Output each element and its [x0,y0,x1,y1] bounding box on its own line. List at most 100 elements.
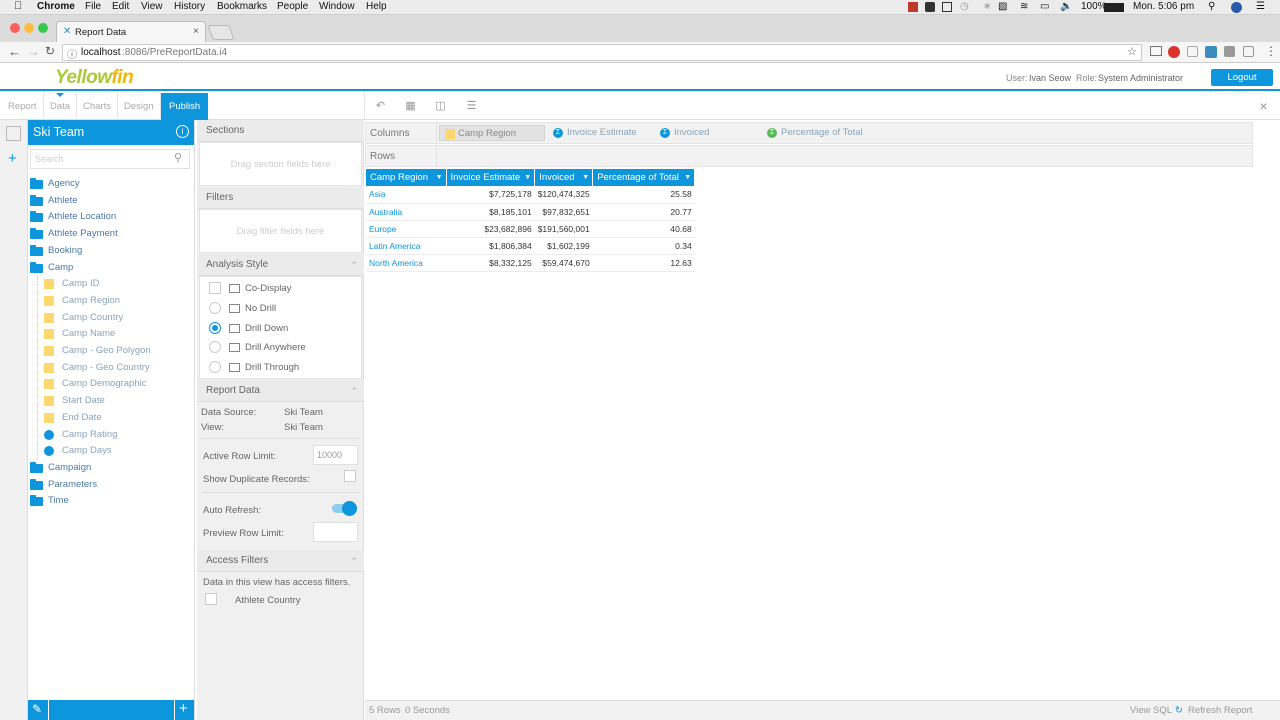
auto-refresh-toggle[interactable] [332,501,357,516]
refresh-icon[interactable]: ↻ [1175,701,1183,720]
status-app-icon[interactable]: ▧ [998,1,1007,12]
filters-header[interactable]: Filters [197,187,364,209]
columns-bar[interactable]: Columns Camp Region Σ Invoice Estimate Σ Inv… [365,122,1253,144]
status-app-icon[interactable] [942,2,952,12]
tab-publish[interactable]: Publish [161,93,209,120]
clock[interactable]: Mon. 5:06 pm [1133,1,1194,12]
column-field-chip[interactable]: Σ Percentage of Total [763,125,863,141]
rows-bar[interactable]: Rows [365,145,1253,167]
report-data-header[interactable]: Report Data ⌃ [197,380,364,402]
browser-menu-icon[interactable]: ⋮ [1265,44,1277,58]
column-menu-icon[interactable]: ▼ [582,174,589,181]
back-icon[interactable]: ← [8,44,21,59]
region-drill-link[interactable]: Europe [366,220,446,238]
time-machine-icon[interactable]: ◷ [960,1,969,12]
tab-report[interactable]: Report [2,93,44,120]
menu-edit[interactable]: Edit [112,1,129,12]
active-row-limit-input[interactable]: 10000 [313,445,358,465]
status-app-icon[interactable] [925,2,935,12]
menu-file[interactable]: File [85,1,101,12]
analysis-style-radio[interactable] [209,360,221,373]
tab-data[interactable]: Data [44,93,78,120]
menu-bookmarks[interactable]: Bookmarks [217,1,267,12]
sections-drop-zone[interactable]: Drag section fields here [199,142,362,186]
column-field-chip[interactable]: Σ Invoiced [656,125,709,141]
sections-header[interactable]: Sections [197,120,364,142]
analysis-style-radio[interactable] [209,302,221,314]
airplay-icon[interactable]: ▭ [1040,1,1049,12]
region-drill-link[interactable]: Latin America [366,237,446,255]
status-app-icon[interactable] [908,2,918,12]
new-tab-button[interactable] [207,25,235,40]
analysis-style-radio[interactable] [209,321,221,334]
forward-icon[interactable]: → [27,44,40,59]
address-bar[interactable]: ⓘ localhost :8086/PreReportData.i4 ☆ [62,44,1142,61]
collapse-icon[interactable]: ⌃ [350,254,358,276]
window-zoom-button[interactable] [38,23,48,33]
info-icon[interactable]: i [176,125,189,138]
field-search-input[interactable]: Search [30,149,190,169]
region-drill-link[interactable]: Australia [366,203,446,221]
battery-percent[interactable]: 100% [1081,1,1107,12]
menu-view[interactable]: View [141,1,163,12]
column-layout-icon[interactable]: ◫ [434,100,447,113]
add-field-icon[interactable]: + [179,700,188,717]
show-duplicates-checkbox[interactable] [344,470,356,482]
column-menu-icon[interactable]: ▼ [524,174,531,181]
column-header[interactable]: Invoice Estimate ▼ [446,169,536,186]
column-menu-icon[interactable]: ▼ [684,174,691,181]
cast-icon[interactable] [1150,46,1162,56]
region-drill-link[interactable]: North America [366,254,446,272]
menu-window[interactable]: Window [319,1,355,12]
tab-charts[interactable]: Charts [77,93,118,120]
spotlight-icon[interactable]: ⚲ [1208,1,1215,12]
analysis-style-header[interactable]: Analysis Style ⌃ [197,254,364,276]
view-sql-link[interactable]: View SQL [1130,701,1172,720]
grid-view-icon[interactable] [6,126,21,141]
extension-icon[interactable] [1187,46,1198,57]
search-icon[interactable]: ⚲ [174,151,182,164]
logout-button[interactable]: Logout [1211,69,1273,86]
analysis-style-radio[interactable] [209,341,221,353]
menu-people[interactable]: People [277,1,308,12]
table-layout-icon[interactable]: ▦ [404,100,417,113]
user-avatar-icon[interactable] [1231,2,1242,13]
add-view-icon[interactable]: + [8,150,17,167]
collapse-icon[interactable]: ⌃ [350,550,358,572]
preview-row-limit-input[interactable] [313,522,358,542]
adblock-icon[interactable] [1168,46,1180,58]
bookmark-star-icon[interactable]: ☆ [1127,45,1137,58]
tab-close-icon[interactable]: × [193,26,199,37]
menu-history[interactable]: History [174,1,205,12]
menu-app-name[interactable]: Chrome [37,1,75,12]
battery-icon[interactable] [1104,3,1124,12]
extension-icon[interactable] [1205,46,1217,58]
column-field-chip[interactable]: Σ Invoice Estimate [549,125,637,141]
column-header[interactable]: Percentage of Total ▼ [592,169,696,186]
access-filters-header[interactable]: Access Filters ⌃ [197,550,364,572]
notification-center-icon[interactable]: ☰ [1256,1,1265,12]
undo-icon[interactable]: ↶ [374,100,387,113]
column-header[interactable]: Invoiced ▼ [534,169,594,186]
window-minimize-button[interactable] [24,23,34,33]
wifi-icon[interactable]: ≋ [1020,1,1028,12]
yellowfin-logo[interactable]: Yellowfin [55,67,134,89]
close-builder-icon[interactable]: × [1257,99,1270,113]
menu-help[interactable]: Help [366,1,387,12]
apple-icon[interactable]:  [14,0,22,12]
volume-icon[interactable]: 🔈 [1060,1,1072,12]
list-settings-icon[interactable]: ☰ [465,100,478,113]
filters-drop-zone[interactable]: Drag filter fields here [199,209,362,253]
reload-icon[interactable]: ↻ [45,44,55,58]
edit-icon[interactable]: ✎ [32,702,42,716]
extension-icon[interactable] [1224,46,1235,57]
column-menu-icon[interactable]: ▼ [436,174,443,181]
browser-tab[interactable]: ✕ Report Data × [56,21,206,42]
tab-design[interactable]: Design [118,93,161,120]
region-drill-link[interactable]: Asia [366,186,446,204]
info-icon[interactable]: ⓘ [67,46,77,61]
window-close-button[interactable] [10,23,20,33]
co-display-checkbox[interactable] [209,282,221,294]
refresh-report-link[interactable]: Refresh Report [1188,701,1252,720]
column-header[interactable]: Camp Region ▼ [366,169,447,186]
